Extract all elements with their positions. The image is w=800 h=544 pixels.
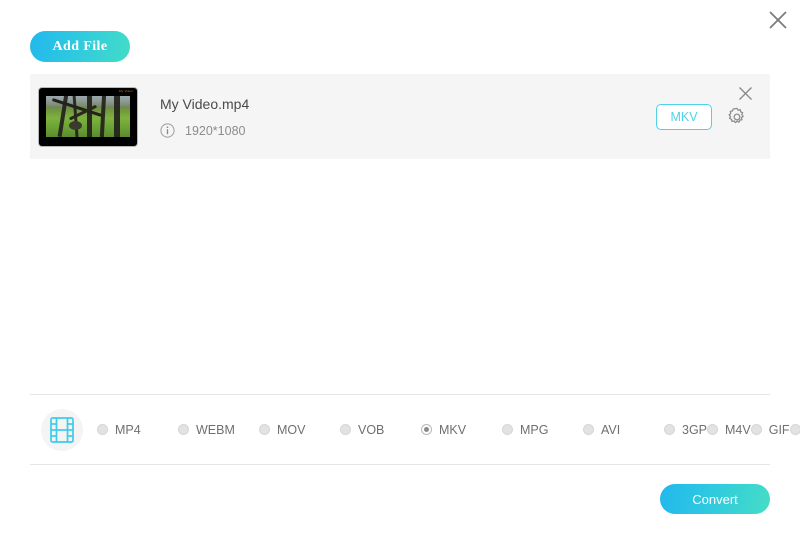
format-option-label: VOB: [358, 422, 385, 437]
radio-button: [259, 424, 270, 435]
info-icon[interactable]: [160, 123, 175, 138]
format-option[interactable]: M4V: [707, 418, 751, 441]
format-option[interactable]: GIF: [750, 418, 790, 441]
radio-button: [340, 424, 351, 435]
close-icon: [738, 86, 752, 100]
format-option-label: WEBM: [196, 422, 235, 437]
file-list: My Video My Video.mp4 1920*1080 MKV: [30, 74, 770, 159]
radio-button: [707, 424, 719, 435]
file-list-item[interactable]: My Video My Video.mp4 1920*1080 MKV: [30, 74, 770, 159]
convert-button[interactable]: Convert: [660, 484, 770, 514]
window-close-button[interactable]: [762, 4, 794, 36]
radio-button: [664, 424, 675, 435]
format-option[interactable]: AVI: [583, 418, 664, 441]
file-name: My Video.mp4: [160, 96, 250, 112]
file-resolution: 1920*1080: [185, 123, 246, 138]
format-option-label: 3GP: [682, 422, 708, 437]
format-option-label: MOV: [277, 422, 306, 437]
format-option-label: MP4: [115, 422, 141, 437]
radio-button: [502, 424, 513, 435]
video-thumbnail[interactable]: My Video: [39, 87, 137, 146]
file-format-badge[interactable]: MKV: [656, 103, 712, 130]
format-option[interactable]: 3GP: [664, 418, 707, 441]
format-option[interactable]: FLV: [789, 418, 800, 441]
format-option-label: AVI: [601, 422, 621, 437]
radio-button: [750, 424, 762, 435]
file-settings-button[interactable]: [726, 106, 748, 128]
format-option-label: MKV: [439, 422, 467, 437]
output-format-panel: MP4 WEBM MOV VOB MKV MPG AVI 3GP M4V GIF: [30, 394, 800, 465]
close-icon: [769, 11, 787, 29]
radio-button: [97, 424, 108, 435]
format-option-label: M4V: [725, 422, 751, 437]
thumbnail-image: [46, 95, 130, 137]
radio-button: [583, 424, 594, 435]
add-file-area: Add File: [30, 31, 130, 62]
thumbnail-watermark: My Video: [118, 88, 133, 93]
format-option[interactable]: WEBM: [178, 418, 259, 441]
thumbnail-tree: [87, 95, 93, 137]
film-strip-icon: [50, 416, 74, 443]
format-option-selected[interactable]: MKV: [421, 418, 502, 441]
file-meta: My Video.mp4 1920*1080: [160, 95, 656, 138]
format-option[interactable]: MOV: [259, 418, 340, 441]
thumbnail-tree: [114, 95, 121, 137]
format-option[interactable]: MP4: [97, 418, 178, 441]
thumbnail-rock: [68, 120, 82, 130]
format-options-grid: MP4 WEBM MOV VOB MKV MPG AVI 3GP M4V GIF: [97, 418, 800, 441]
format-option-label: GIF: [768, 422, 790, 437]
file-subinfo: 1920*1080: [160, 123, 656, 138]
add-file-button[interactable]: Add File: [30, 31, 130, 62]
format-option[interactable]: VOB: [340, 418, 421, 441]
video-formats-tab[interactable]: [41, 408, 83, 451]
format-option-label: MPG: [520, 422, 549, 437]
format-option[interactable]: MPG: [502, 418, 583, 441]
file-actions: MKV: [656, 103, 748, 130]
radio-button: [421, 424, 432, 435]
radio-button: [178, 424, 189, 435]
gear-icon: [728, 107, 744, 123]
file-remove-button[interactable]: [736, 84, 754, 102]
radio-button: [789, 424, 800, 435]
